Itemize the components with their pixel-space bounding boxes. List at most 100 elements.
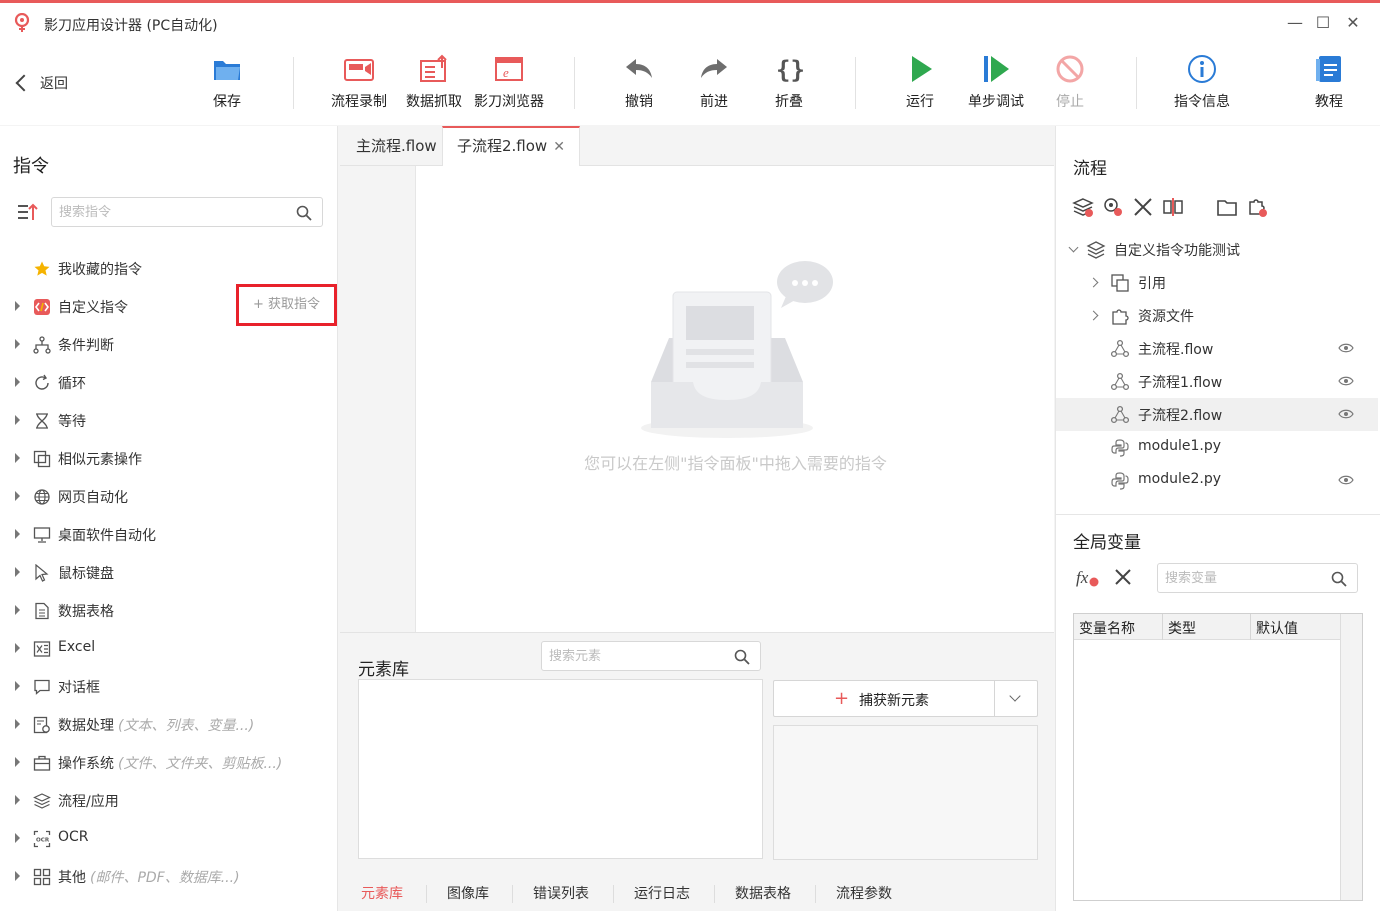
expand-arrow-icon[interactable] [15, 605, 20, 615]
column-header[interactable]: 类型 [1168, 618, 1196, 638]
expand-arrow-icon[interactable] [15, 567, 20, 577]
expand-arrow-icon[interactable] [15, 681, 20, 691]
eye-icon[interactable] [1338, 408, 1354, 420]
command-category[interactable]: OCR OCR [0, 819, 338, 857]
command-search[interactable] [51, 197, 323, 227]
stop-button[interactable]: 停止 [1030, 53, 1110, 111]
redo-button[interactable]: 前进 [674, 53, 754, 111]
close-tab-icon[interactable]: ✕ [553, 139, 565, 155]
eye-icon[interactable] [1338, 474, 1354, 486]
column-header[interactable]: 变量名称 [1079, 618, 1135, 638]
bottom-tab[interactable]: 运行日志 [634, 883, 690, 903]
command-category[interactable]: 对话框 [0, 667, 338, 705]
add-subflow-icon[interactable] [1102, 196, 1124, 218]
expand-arrow-icon[interactable] [15, 529, 20, 539]
capture-data-button[interactable]: 数据抓取 [394, 53, 474, 111]
eye-icon[interactable] [1338, 342, 1354, 354]
command-search-input[interactable] [52, 198, 322, 226]
minimize-button[interactable]: — [1282, 11, 1308, 35]
chevron-down-icon[interactable] [1009, 690, 1021, 702]
flow-canvas[interactable]: 您可以在左侧"指令面板"中拖入需要的指令 [417, 166, 1054, 632]
expand-arrow-icon[interactable] [15, 453, 20, 463]
vertical-scrollbar[interactable] [1340, 614, 1362, 900]
command-category[interactable]: 网页自动化 [0, 477, 338, 515]
search-icon[interactable] [296, 205, 312, 221]
command-info-button[interactable]: 指令信息 [1162, 53, 1242, 111]
capture-element-button[interactable]: + 捕获新元素 [773, 680, 1038, 717]
add-variable-icon[interactable]: fx [1076, 566, 1100, 588]
command-category[interactable]: 桌面软件自动化 [0, 515, 338, 553]
close-window-button[interactable]: ✕ [1340, 11, 1366, 35]
variables-table[interactable]: 变量名称 类型 默认值 [1073, 613, 1363, 901]
command-category[interactable]: 操作系统 (文件、文件夹、剪贴板...) [0, 743, 338, 781]
delete-icon[interactable] [1132, 196, 1154, 218]
command-category[interactable]: 数据处理 (文本、列表、变量...) [0, 705, 338, 743]
delete-variable-icon[interactable] [1114, 568, 1132, 586]
tree-project[interactable]: 自定义指令功能测试 [1056, 233, 1378, 266]
maximize-button[interactable]: ☐ [1310, 11, 1336, 35]
tree-file[interactable]: 子流程2.flow [1056, 398, 1378, 431]
tree-file[interactable]: module2.py [1056, 464, 1378, 497]
tab-subflow2[interactable]: 子流程2.flow ✕ [442, 126, 580, 167]
tree-folder[interactable]: 引用 [1056, 266, 1378, 299]
back-button[interactable]: 返回 [15, 73, 68, 93]
add-plugin-icon[interactable] [1246, 196, 1268, 218]
rename-icon[interactable] [1162, 196, 1184, 218]
tree-file[interactable]: 子流程1.flow [1056, 365, 1378, 398]
expand-arrow-icon[interactable] [15, 415, 20, 425]
command-category[interactable]: 循环 [0, 363, 338, 401]
command-category[interactable]: 流程/应用 [0, 781, 338, 819]
expand-arrow-icon[interactable] [15, 871, 20, 881]
variable-search[interactable] [1157, 563, 1358, 593]
sort-icon[interactable] [17, 202, 39, 222]
add-layer-icon[interactable] [1072, 196, 1094, 218]
variable-search-input[interactable] [1158, 564, 1357, 592]
search-icon[interactable] [1331, 571, 1347, 587]
expand-arrow-icon[interactable] [15, 491, 20, 501]
command-category[interactable]: 数据表格 [0, 591, 338, 629]
expand-arrow-icon[interactable] [15, 795, 20, 805]
expand-arrow-icon[interactable] [15, 301, 20, 311]
chevron-right-icon[interactable] [1088, 277, 1099, 288]
bottom-tab[interactable]: 数据表格 [735, 883, 791, 903]
tree-file[interactable]: module1.py [1056, 431, 1378, 464]
chevron-right-icon[interactable] [1088, 310, 1099, 321]
tree-item-label: 自定义指令功能测试 [1114, 243, 1240, 259]
command-category[interactable]: Excel [0, 629, 338, 667]
open-folder-icon[interactable] [1216, 196, 1238, 218]
chevron-down-icon[interactable] [1068, 242, 1079, 253]
command-category[interactable]: 鼠标键盘 [0, 553, 338, 591]
element-list[interactable] [358, 679, 763, 859]
tree-folder[interactable]: 资源文件 [1056, 299, 1378, 332]
command-category[interactable]: 我收藏的指令 [0, 249, 338, 287]
column-header[interactable]: 默认值 [1256, 618, 1298, 638]
bottom-tab[interactable]: 图像库 [447, 883, 489, 903]
tree-file[interactable]: 主流程.flow [1056, 332, 1378, 365]
element-search-input[interactable] [542, 642, 760, 670]
bottom-tab[interactable]: 流程参数 [836, 883, 892, 903]
tutorial-button[interactable]: 教程 [1289, 53, 1369, 111]
command-category[interactable]: 等待 [0, 401, 338, 439]
bottom-tab[interactable]: 元素库 [361, 883, 403, 903]
undo-button[interactable]: 撤销 [599, 53, 679, 111]
expand-arrow-icon[interactable] [15, 757, 20, 767]
expand-arrow-icon[interactable] [15, 377, 20, 387]
expand-arrow-icon[interactable] [15, 833, 20, 843]
get-command-button[interactable]: + 获取指令 [236, 284, 337, 326]
save-button[interactable]: 保存 [187, 53, 267, 111]
command-category[interactable]: 其他 (邮件、PDF、数据库...) [0, 857, 338, 895]
element-search[interactable] [541, 641, 761, 671]
search-icon[interactable] [734, 649, 750, 665]
bottom-tab[interactable]: 错误列表 [533, 883, 589, 903]
fold-button[interactable]: {} 折叠 [749, 53, 829, 111]
command-category[interactable]: 条件判断 [0, 325, 338, 363]
eye-icon[interactable] [1338, 375, 1354, 387]
run-button[interactable]: 运行 [880, 53, 960, 111]
expand-arrow-icon[interactable] [15, 719, 20, 729]
command-category[interactable]: 相似元素操作 [0, 439, 338, 477]
step-debug-button[interactable]: 单步调试 [956, 53, 1036, 111]
record-button[interactable]: 流程录制 [319, 53, 399, 111]
shadowbot-browser-button[interactable]: e 影刀浏览器 [469, 53, 549, 111]
expand-arrow-icon[interactable] [15, 643, 20, 653]
expand-arrow-icon[interactable] [15, 339, 20, 349]
